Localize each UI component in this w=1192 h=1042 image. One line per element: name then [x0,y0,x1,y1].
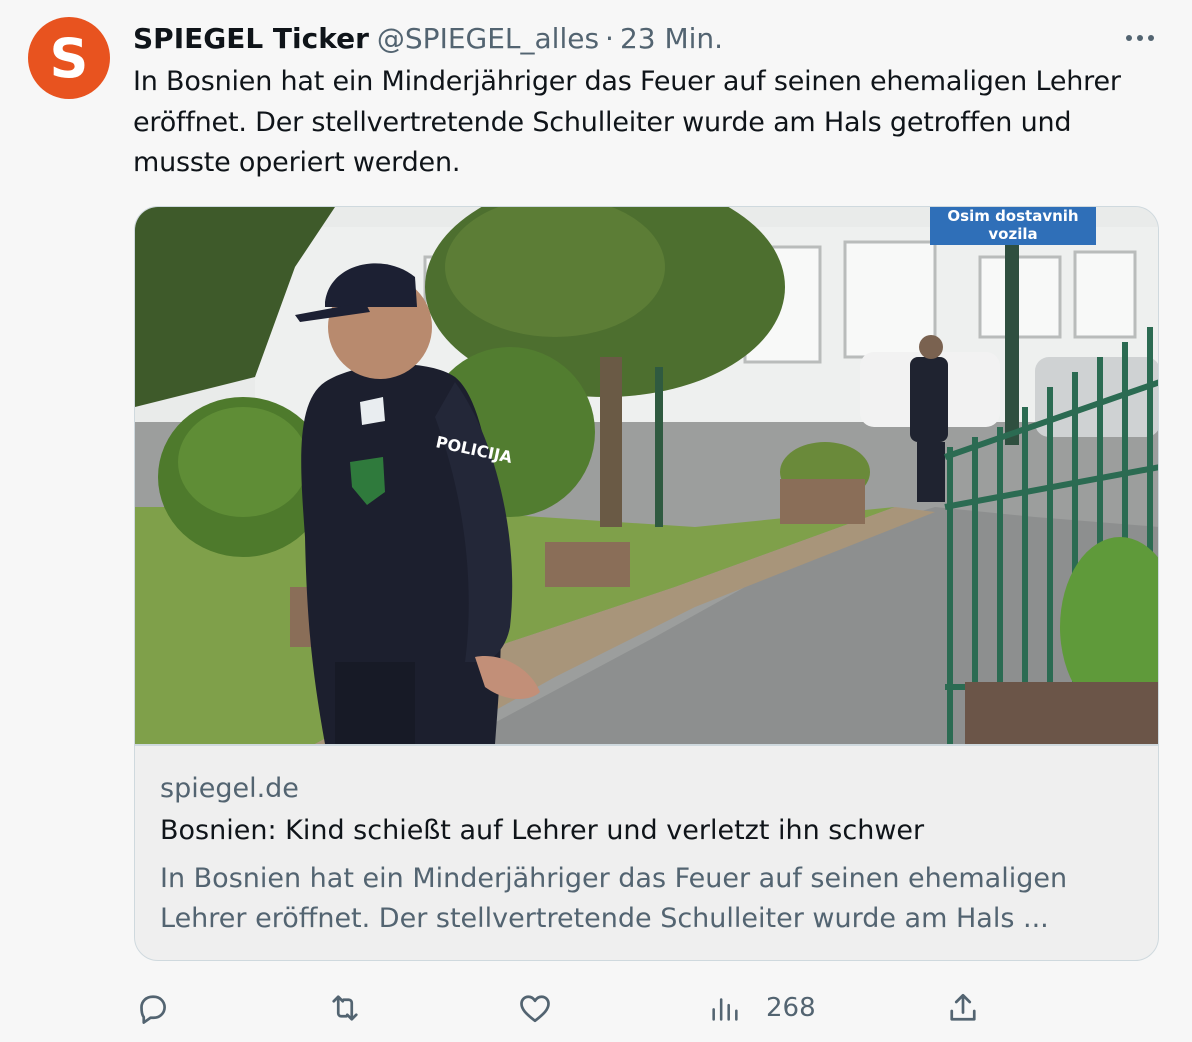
sign-line: vozila [988,225,1037,243]
heart-icon [520,995,550,1023]
retweet-icon [332,995,358,1021]
tweet-text: In Bosnien hat ein Minderjähriger das Fe… [133,62,1163,184]
more-options-icon[interactable] [1120,22,1160,54]
share-icon [950,993,976,1021]
tweet-text-line: eröffnet. Der stellvertretende Schulleit… [133,106,1072,138]
bar-chart-icon [712,998,738,1021]
views-count: 268 [766,993,816,1023]
tweet-text-line: In Bosnien hat ein Minderjähriger das Fe… [133,66,1121,97]
author-name[interactable]: SPIEGEL Ticker [133,22,369,55]
author-handle[interactable]: @SPIEGEL_alles [377,22,599,55]
avatar-letter: S [50,27,89,90]
spiegel-logo-icon: S [50,27,89,90]
link-card[interactable]: Osim dostavnih vozila POLICIJA spiegel.d… [134,206,1159,961]
like-button[interactable] [517,986,553,1030]
timestamp[interactable]: 23 Min. [620,22,723,55]
tweet[interactable]: S SPIEGEL Ticker @SPIEGEL_alles · 23 Min… [0,0,1192,1042]
tweet-header: SPIEGEL Ticker @SPIEGEL_alles · 23 Min. [133,18,723,58]
card-image[interactable]: Osim dostavnih vozila POLICIJA [135,207,1159,744]
card-domain[interactable]: spiegel.de [160,773,299,804]
card-title[interactable]: Bosnien: Kind schießt auf Lehrer und ver… [160,815,924,846]
action-bar: 268 [0,980,1192,1036]
views-button[interactable]: 268 [708,986,816,1030]
sign-line: Osim dostavnih [947,207,1078,225]
separator: · [605,21,614,55]
reply-button[interactable] [134,986,170,1030]
card-divider [135,744,1158,746]
card-description-line: Lehrer eröffnet. Der stellvertretende Sc… [160,903,1049,934]
card-description-line: In Bosnien hat ein Minderjähriger das Fe… [160,863,1068,894]
tweet-text-line: musste operiert werden. [133,147,461,178]
avatar[interactable]: S [28,17,110,99]
card-description: In Bosnien hat ein Minderjähriger das Fe… [160,859,1120,939]
share-button[interactable] [945,986,981,1030]
reply-icon [140,995,166,1024]
retweet-button[interactable] [326,986,364,1030]
